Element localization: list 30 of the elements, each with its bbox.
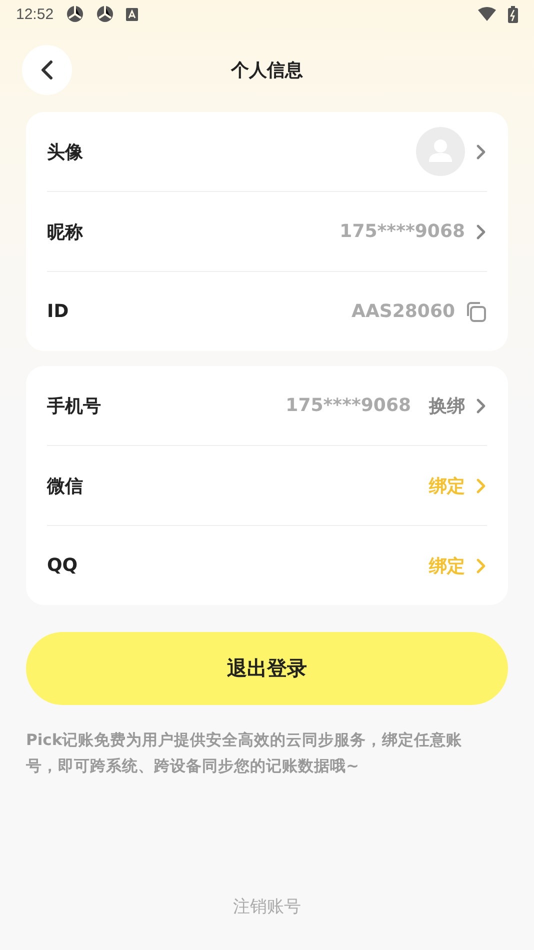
battery-icon [508,6,518,22]
delete-account-link[interactable]: 注销账号 [233,895,301,918]
status-time: 12:52 [16,6,54,22]
copy-icon[interactable] [465,300,487,322]
wifi-icon [478,7,496,21]
row-value: 175****9068 [286,395,411,416]
rebind-link[interactable]: 换绑 [429,394,465,418]
page-title: 个人信息 [231,59,303,82]
chevron-icon [475,398,487,414]
row-label: 手机号 [47,394,101,418]
sync-icon [96,5,114,23]
chevron-icon [475,558,487,574]
back-icon [40,60,54,80]
row-label: QQ [47,555,78,576]
row-value: 绑定 [429,474,465,498]
sync-note: Pick记账免费为用户提供安全高效的云同步服务，绑定任意账号，即可跨系统、跨设备同步您的记账数据哦~ [26,730,464,777]
chevron-icon [475,478,487,494]
row-label: ID [47,301,69,322]
row-label: 微信 [47,474,83,498]
logout-button[interactable]: 退出登录 [26,632,508,705]
row-value: AAS28060 [352,301,455,322]
keyboard-icon [126,8,138,20]
row-label: 昵称 [47,220,83,244]
sync-icon [66,5,84,23]
chevron-icon [475,224,487,240]
row-label: 头像 [47,140,83,164]
row-value: 175****9068 [340,221,465,242]
row-value: 绑定 [429,554,465,578]
back-button[interactable] [22,45,72,95]
chevron-icon [475,144,487,160]
